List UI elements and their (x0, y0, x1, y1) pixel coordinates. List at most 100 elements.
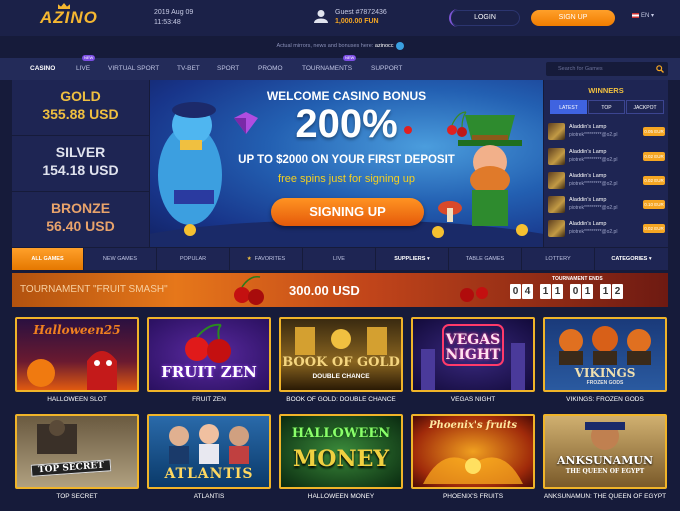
telegram-icon[interactable] (395, 41, 404, 50)
tab-favorites[interactable]: ★ FAVORITES (230, 248, 303, 270)
nav-sport[interactable]: SPORT (217, 58, 239, 80)
game-name[interactable]: VEGAS NIGHT (411, 396, 535, 404)
tab-popular[interactable]: POPULAR (157, 248, 230, 270)
tab-latest[interactable]: LATEST (550, 100, 587, 114)
nav-live[interactable]: LIVE (76, 58, 90, 80)
game-card[interactable]: Halloween25 HALLOWEEN SLOT (15, 317, 139, 404)
game-name[interactable]: BOOK OF GOLD: DOUBLE CHANCE (279, 396, 403, 404)
winner-row[interactable]: Aladdin's Lamp piotrek*********@o2.pl 0.02… (548, 147, 668, 167)
game-card[interactable]: TOP SECRET TOP SECRET (15, 414, 139, 501)
jackpot-value: 56.40 USD (46, 218, 115, 234)
signup-button[interactable]: SIGN UP (531, 10, 615, 26)
search-input[interactable]: Search for Games (546, 62, 668, 76)
game-thumbnail[interactable]: VIKINGS FROZEN GODS (543, 317, 667, 392)
jackpot-title: GOLD (60, 88, 101, 104)
winner-game: Aladdin's Lamp (569, 173, 607, 179)
winner-row[interactable]: Aladdin's Lamp piotrek*********@o2.pl 0.05… (548, 122, 668, 142)
tournament-ends-label: TOURNAMENT ENDS (552, 276, 603, 282)
game-art-subtitle: DOUBLE CHANCE (312, 373, 370, 380)
nav-casino[interactable]: CASINO (30, 58, 55, 80)
game-thumbnail[interactable]: Halloween25 (15, 317, 139, 392)
game-tabs: ALL GAMES NEW GAMES POPULAR ★ FAVORITES … (12, 248, 668, 270)
game-name[interactable]: TOP SECRET (15, 493, 139, 501)
logo[interactable]: AZINO (40, 8, 98, 28)
date: 2019 Aug 09 (154, 9, 194, 16)
game-thumbnail[interactable]: HALLOWEEN MONEY (279, 414, 403, 489)
game-thumbnail[interactable]: VEGAS NIGHT (411, 317, 535, 392)
game-card[interactable]: VEGAS NIGHT VEGAS NIGHT (411, 317, 535, 404)
game-card[interactable]: ATLANTIS ATLANTIS (147, 414, 271, 501)
game-name[interactable]: ANKSUNAMUN: THE QUEEN OF EGYPT (543, 493, 667, 501)
game-card[interactable]: VIKINGS FROZEN GODS VIKINGS: FROZEN GODS (543, 317, 667, 404)
nav-support[interactable]: SUPPORT (371, 58, 402, 80)
nav-virtual-sport[interactable]: VIRTUAL SPORT (108, 58, 159, 80)
game-art-title: BOOK OF GOLD (282, 355, 400, 370)
game-thumbnail[interactable]: ATLANTIS (147, 414, 271, 489)
signing-up-button[interactable]: SIGNING UP (271, 198, 424, 226)
game-name[interactable]: VIKINGS: FROZEN GODS (543, 396, 667, 404)
winner-row[interactable]: Aladdin's Lamp piotrek*********@o2.pl 0.10… (548, 195, 668, 215)
game-name[interactable]: PHOENIX'S FRUITS (411, 493, 535, 501)
tab-lottery[interactable]: LOTTERY (522, 248, 595, 270)
tab-categories[interactable]: CATEGORIES ▾ (595, 248, 668, 270)
game-card[interactable]: Phoenix's fruits PHOENIX'S FRUITS (411, 414, 535, 501)
winner-amount: 0.05 EUR (643, 127, 665, 136)
game-thumbnail[interactable]: FRUIT ZEN (147, 317, 271, 392)
game-thumbnail[interactable]: Phoenix's fruits (411, 414, 535, 489)
time: 11:53:48 (154, 19, 181, 26)
timer-digit: 0 (510, 284, 521, 299)
tab-jackpot[interactable]: JACKPOT (626, 100, 664, 114)
mirror-link[interactable]: azinocc (375, 43, 394, 49)
winner-row[interactable]: Aladdin's Lamp piotrek*********@o2.pl 0.02… (548, 219, 668, 239)
chevron-down-icon: ▾ (648, 256, 652, 262)
nav-tv-bet[interactable]: TV-BET (177, 58, 200, 80)
game-card[interactable]: ANKSUNAMUN THE QUEEN OF EGYPT ANKSUNAMUN… (543, 414, 667, 501)
game-art (27, 351, 117, 390)
nav-promo[interactable]: PROMO (258, 58, 283, 80)
game-thumb (548, 172, 565, 189)
tab-top[interactable]: TOP (588, 100, 625, 114)
timer-digit: 1 (582, 284, 593, 299)
nav-tournaments[interactable]: TOURNAMENTS (302, 58, 352, 80)
game-thumb (548, 220, 565, 237)
tab-live[interactable]: LIVE (303, 248, 376, 270)
search-icon[interactable] (656, 65, 664, 73)
game-thumbnail[interactable]: ANKSUNAMUN THE QUEEN OF EGYPT (543, 414, 667, 489)
tab-suppliers-label: SUPPLIERS (394, 256, 426, 262)
game-thumb (548, 123, 565, 140)
game-name[interactable]: HALLOWEEN SLOT (15, 396, 139, 404)
timer-digit: 0 (570, 284, 581, 299)
game-name[interactable]: ATLANTIS (147, 493, 271, 501)
star-icon: ★ (246, 256, 252, 262)
tab-suppliers[interactable]: SUPPLIERS ▾ (376, 248, 449, 270)
tab-all-games[interactable]: ALL GAMES (12, 248, 84, 270)
tournament-bar[interactable]: TOURNAMENT "FRUIT SMASH" 300.00 USD TOUR… (12, 273, 668, 307)
promo-banner[interactable]: WELCOME CASINO BONUS 200% UP TO $2000 ON… (150, 80, 543, 247)
banner-free-spins: free spins just for signing up (278, 173, 415, 185)
game-name[interactable]: FRUIT ZEN (147, 396, 271, 404)
timer-digit: 1 (540, 284, 551, 299)
tab-table-games[interactable]: TABLE GAMES (449, 248, 522, 270)
tournament-title: TOURNAMENT "FRUIT SMASH" (20, 284, 168, 295)
jackpot-silver: SILVER 154.18 USD (12, 136, 149, 191)
game-art-subtitle: THE QUEEN OF EGYPT (565, 468, 645, 475)
winner-row[interactable]: Aladdin's Lamp piotrek*********@o2.pl 0.02… (548, 171, 668, 191)
winner-user: piotrek*********@o2.pl (569, 205, 618, 211)
language-label: EN (641, 13, 650, 19)
language-select[interactable]: EN ▾ (632, 12, 654, 19)
tab-new-games[interactable]: NEW GAMES (84, 248, 157, 270)
search-placeholder: Search for Games (558, 66, 603, 72)
user-icon[interactable] (314, 9, 328, 23)
timer-digit: 1 (552, 284, 563, 299)
game-card[interactable]: HALLOWEEN MONEY HALLOWEEN MONEY (279, 414, 403, 501)
winners-title: WINNERS (588, 86, 624, 95)
login-button[interactable]: LOGIN (449, 9, 520, 27)
game-card[interactable]: BOOK OF GOLD DOUBLE CHANCE BOOK OF GOLD:… (279, 317, 403, 404)
game-thumbnail[interactable]: TOP SECRET (15, 414, 139, 489)
guest-id: Guest #7872436 (335, 9, 387, 16)
game-thumbnail[interactable]: BOOK OF GOLD DOUBLE CHANCE (279, 317, 403, 392)
game-thumb (548, 148, 565, 165)
balance: 1,000.00 FUN (335, 18, 379, 25)
game-name[interactable]: HALLOWEEN MONEY (279, 493, 403, 501)
game-card[interactable]: FRUIT ZEN FRUIT ZEN (147, 317, 271, 404)
